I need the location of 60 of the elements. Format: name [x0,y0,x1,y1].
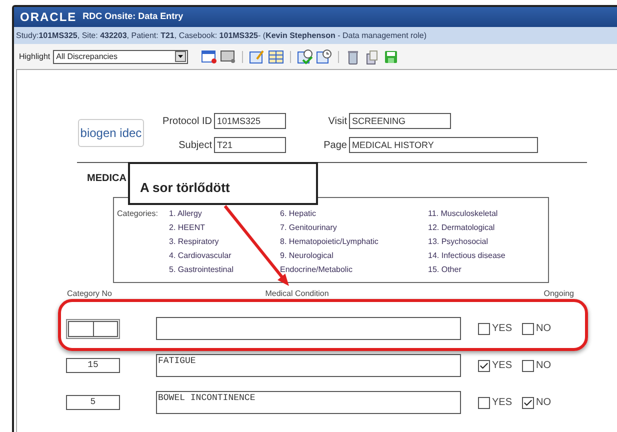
callout: A sor törlődött [128,162,318,205]
category-item: 15. Other [428,264,462,276]
field-label: Page [322,138,347,152]
copy-icon[interactable] [364,48,380,64]
checkbox[interactable] [522,396,534,408]
option-label: YES [492,396,512,410]
checkbox[interactable] [522,360,534,372]
column-header: Ongoing [542,288,574,299]
category-item: Endocrine/Metabolic [280,264,354,276]
window-title: RDC Onsite: Data Entry [82,10,184,24]
option-label: YES [492,322,512,336]
biogen-logo: biogen idec [78,119,144,147]
checkbox[interactable] [478,322,490,334]
category-item: 12. Dermatological [428,222,496,234]
checkbox[interactable] [522,322,534,334]
column-header: Category No [66,288,113,299]
option-label: NO [536,322,551,336]
category-item: 9. Neurological [280,250,334,262]
category-field[interactable] [66,318,120,338]
category-item: 11. Musculoskeletal [428,208,499,220]
option-label: NO [536,396,551,410]
category-item: 5. Gastrointestinal [169,264,234,276]
condition-field[interactable]: BOWEL INCONTINENCE [156,391,461,414]
edit-icon[interactable] [249,48,266,64]
category-item: 4. Cardiovascular [169,250,232,262]
save-icon[interactable] [383,48,400,64]
category-item: 2. HEENT [169,222,206,234]
study-info: Study:101MS325, Site: 432203, Patient: T21, Casebook: 101MS325- (Kevin Stephenson - Data management role) [16,30,427,42]
field-label: Subject [178,138,212,152]
grid-icon[interactable] [268,48,284,64]
condition-field[interactable] [156,317,461,340]
condition-field[interactable]: FATIGUE [156,354,461,377]
category-item: 14. Infectious disease [428,250,506,262]
category-field[interactable]: 15 [66,358,120,373]
category-item: 1. Allergy [169,208,203,220]
category-field[interactable]: 5 [66,395,120,410]
caret-icon [175,51,186,62]
highlight-label: Highlight [19,50,50,62]
input-field[interactable]: T21 [214,137,286,153]
category-item: 8. Hematopoietic/Lymphatic [280,236,380,248]
field-label: Protocol ID [162,114,212,128]
category-item: 7. Genitourinary [280,222,338,234]
option-label: NO [536,359,551,373]
option-label: YES [492,359,512,373]
monitor-icon[interactable] [220,48,236,64]
input-field[interactable]: MEDICAL HISTORY [349,137,538,153]
checkbox[interactable] [478,396,490,408]
category-item: 13. Psychosocial [428,236,490,248]
categories-label: Categories: [117,208,159,220]
oracle-logo: ORACLE [20,9,77,26]
section-title: MEDICA [87,172,126,186]
table-icon[interactable] [201,48,218,64]
column-header: Medical Condition [264,288,330,299]
input-field[interactable]: SCREENING [349,113,451,129]
highlight-dropdown[interactable]: All Discrepancies [53,50,188,64]
category-item: 6. Hepatic [280,208,318,220]
checkbox[interactable] [478,360,490,372]
field-label: Visit [327,114,347,128]
category-item: 3. Respiratory [169,236,220,248]
input-field[interactable]: 101MS325 [214,113,286,129]
